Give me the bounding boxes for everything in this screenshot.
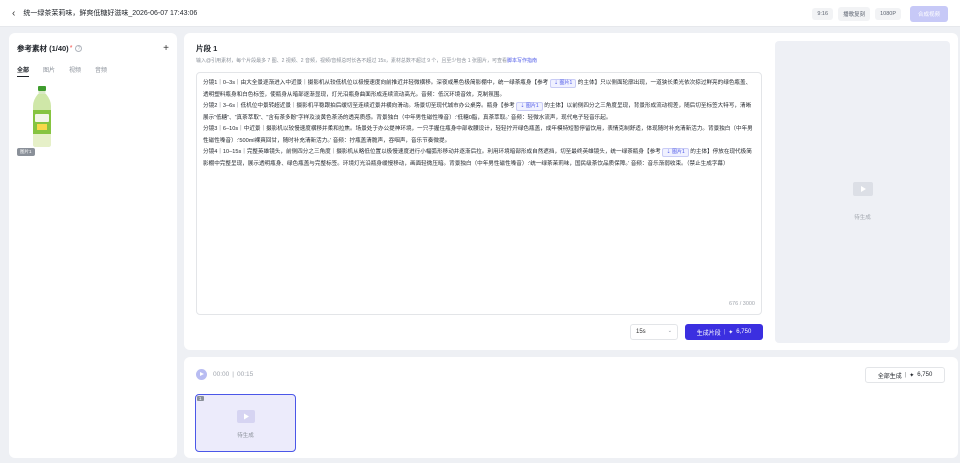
divider: | xyxy=(904,372,907,378)
resolution-chip[interactable]: 1080P xyxy=(875,8,901,20)
ratio-chip[interactable]: 9:16 xyxy=(812,8,834,20)
playback-time: 00:00 | 00:15 xyxy=(213,371,254,378)
shot-paragraph: 分镜2｜3–6s｜低机位中景转超近景｜摄影机平稳跟拍后缓切至连续近景并横向滑动。… xyxy=(203,102,752,121)
generate-segment-button[interactable]: 生成片段 | ✦ 6,750 xyxy=(685,324,763,340)
chevron-down-icon: ⌄ xyxy=(667,328,672,334)
arrow-left-icon[interactable]: ‹ xyxy=(12,8,15,19)
generate-all-button[interactable]: 全部生成 | ✦ 6,750 xyxy=(865,367,945,383)
image-reference-pill[interactable]: ⇣ 图片1 xyxy=(516,102,543,111)
script-guide-link[interactable]: 脚本写作指南 xyxy=(507,58,537,64)
image-reference-pill[interactable]: ⇣ 图片1 xyxy=(662,148,689,157)
voice-chip[interactable]: 播歌复刻 xyxy=(838,7,871,21)
tab-videos[interactable]: 视频 xyxy=(69,65,81,74)
character-count: 676 / 3000 xyxy=(729,300,755,307)
play-icon[interactable] xyxy=(196,369,207,380)
compose-video-button[interactable]: 合成视频 xyxy=(909,6,948,22)
material-thumbnail[interactable]: 图片1 xyxy=(17,86,59,156)
image-reference-pill[interactable]: ⇣ 图片1 xyxy=(549,79,577,88)
timeline-panel: 00:00 | 00:15 全部生成 | ✦ 6,750 1 待生成 xyxy=(184,357,958,458)
video-preview: 待生成 xyxy=(775,41,950,343)
material-tabs: 全部 图片 视频 音频 xyxy=(17,65,169,77)
clip-number: 1 xyxy=(197,396,204,401)
video-placeholder-icon xyxy=(853,182,873,196)
shot-paragraph: 分镜3｜6–10s｜中近景｜摄影机以较慢速度横移并柔和拉焦。场景处于办公提神环境… xyxy=(203,126,753,144)
info-icon[interactable]: ? xyxy=(75,45,83,52)
segment-description: 输入@引用素材，每个片段最多 7 图、2 视频、2 音频，视频/音频总时长各不超… xyxy=(196,58,537,64)
video-placeholder-icon xyxy=(237,410,255,423)
shot-paragraph: 分镜1｜0–3s｜由大全景逐渐进入中近景｜摄影机从较低机位以极慢速度向前推近并轻… xyxy=(203,79,752,98)
timeline-clip[interactable]: 1 待生成 xyxy=(195,394,296,452)
clip-status: 待生成 xyxy=(237,433,254,439)
divider: | xyxy=(723,329,726,335)
tab-images[interactable]: 图片 xyxy=(43,65,55,74)
shot-paragraph: 分镜4｜10–15s｜完整英雄镜头，前侧四分之三角度｜摄影机从略低位置以极慢速度… xyxy=(203,148,752,167)
preview-status: 待生成 xyxy=(854,215,871,221)
green-tea-bottle-image xyxy=(33,86,51,147)
material-tag: 图片1 xyxy=(17,148,35,156)
tab-audio[interactable]: 音频 xyxy=(95,65,107,74)
materials-title: 参考素材 (1/40) xyxy=(17,44,69,53)
segment-editor-panel: 片段 1 输入@引用素材，每个片段最多 7 图、2 视频、2 音频，视频/音频总… xyxy=(184,33,958,350)
duration-select[interactable]: 15s ⌄ xyxy=(630,324,678,340)
credit-icon: ✦ xyxy=(909,372,915,379)
add-material-icon[interactable]: + xyxy=(163,43,169,54)
top-bar: ‹ 统一绿茶茉莉味，鲜爽低糖好滋味_2026-06-07 17:43:06 9:… xyxy=(0,0,960,27)
required-mark: * xyxy=(69,45,73,52)
tab-all[interactable]: 全部 xyxy=(17,65,30,77)
project-title: 统一绿茶茉莉味，鲜爽低糖好滋味_2026-06-07 17:43:06 xyxy=(23,10,198,17)
reference-materials-panel: 参考素材 (1/40) * ? + 全部 图片 视频 音频 图片1 xyxy=(9,33,177,458)
script-editor[interactable]: 分镜1｜0–3s｜由大全景逐渐进入中近景｜摄影机从较低机位以极慢速度向前推近并轻… xyxy=(196,72,762,315)
credit-icon: ✦ xyxy=(728,329,734,336)
segment-title: 片段 1 xyxy=(196,44,218,53)
top-actions: 9:16 播歌复刻 1080P 合成视频 xyxy=(812,6,948,22)
